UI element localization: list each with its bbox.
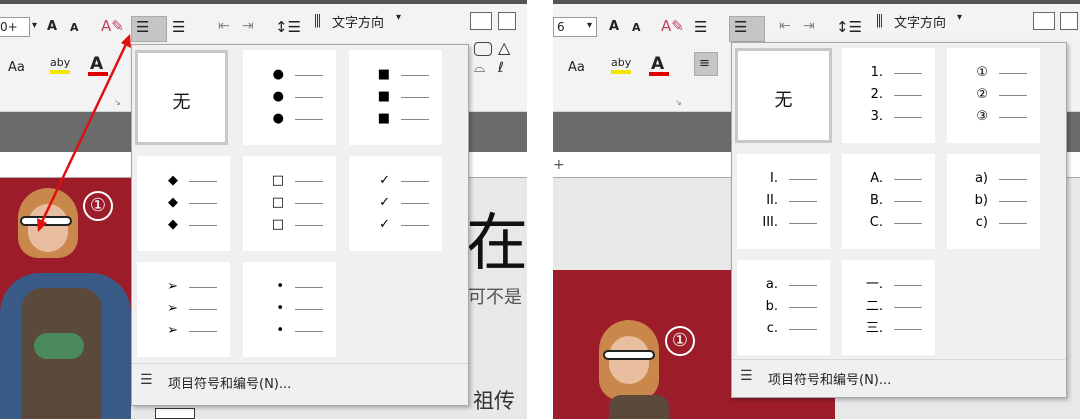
number-label: a) [974, 171, 988, 186]
numbering-dropdown: 无 1. 2. 3. ① ② ③ I. II. III. A. B. C. a)… [731, 42, 1067, 398]
number-label: ② [976, 87, 988, 102]
bullets-and-numbering-link[interactable]: ☰ 项目符号和编号(N)... [732, 359, 1066, 395]
numbering-icon: ☰ [734, 18, 748, 36]
number-label: I. [770, 171, 778, 186]
dialog-launcher-icon[interactable]: ↘ [675, 98, 682, 107]
numbering-style-circled[interactable]: ① ② ③ [947, 48, 1040, 143]
photo-sunglasses [603, 350, 655, 360]
number-label: a. [765, 277, 778, 292]
font-color-bar [649, 72, 669, 76]
list-icon: ☰ [740, 368, 753, 384]
increase-indent-icon[interactable]: ⇥ [803, 18, 815, 34]
numbering-style-arabic[interactable]: 1. 2. 3. [842, 48, 935, 143]
number-label: ③ [976, 109, 988, 124]
step-badge: ① [665, 326, 695, 356]
chevron-down-icon[interactable]: ▾ [957, 12, 962, 23]
numbering-style-chinese[interactable]: 一. 二. 三. [842, 260, 935, 355]
decrease-indent-icon[interactable]: ⇤ [779, 18, 791, 34]
number-label: 1. [870, 65, 883, 80]
number-label: A. [870, 171, 883, 186]
number-label: ① [976, 65, 988, 80]
none-label: 无 [774, 90, 793, 111]
left-screenshot-panel: 0+ ▾ A A A✎ ☰ ☰ ⇤ ⇥ ↕☰ ⫼ 文字方向 ▾ Aa aby A… [0, 0, 527, 419]
change-case-button[interactable]: Aa [568, 60, 585, 75]
number-label: b) [974, 193, 988, 208]
numbering-style-lower-alpha[interactable]: a. b. c. [737, 260, 830, 355]
clear-format-icon[interactable]: A✎ [661, 17, 684, 35]
annotation-arrow [37, 34, 131, 232]
number-label: b. [765, 299, 778, 314]
numbering-style-lower-alpha-paren[interactable]: a) b) c) [947, 154, 1040, 249]
numbering-style-roman[interactable]: I. II. III. [737, 154, 830, 249]
numbering-style-upper-alpha[interactable]: A. B. C. [842, 154, 935, 249]
number-label: c. [766, 321, 778, 336]
shape-vertical-textbox-icon[interactable] [1060, 12, 1078, 30]
bullets-icon[interactable]: ☰ [694, 18, 707, 36]
add-icon[interactable]: + [553, 157, 565, 173]
number-label: 二. [865, 299, 883, 314]
arrow-line [38, 39, 130, 227]
photo-hoodie [609, 395, 669, 419]
photo-face [609, 336, 649, 384]
line-spacing-icon[interactable]: ↕☰ [836, 18, 862, 36]
shape-textbox-icon[interactable] [1033, 12, 1055, 30]
number-label: 三. [865, 321, 883, 336]
bullets-and-numbering-label: 项目符号和编号(N)... [768, 373, 892, 388]
text-direction-icon[interactable]: ⫼ [876, 12, 883, 30]
right-screenshot-panel: 6 ▾ A A A✎ ☰ ☰ ⇤ ⇥ ↕☰ ⫼ 文字方向 ▾ Aa aby A … [553, 0, 1080, 419]
font-color-button[interactable]: A [651, 54, 664, 74]
numbering-style-none[interactable]: 无 [735, 48, 832, 143]
number-label: B. [869, 193, 883, 208]
grow-font-button[interactable]: A [609, 19, 619, 34]
highlight-button[interactable]: aby [611, 56, 631, 69]
number-label: 3. [870, 109, 883, 124]
number-label: c) [975, 215, 988, 230]
align-left-icon: ≡ [699, 56, 710, 71]
font-size-dropdown-icon[interactable]: ▾ [587, 20, 592, 31]
number-label: 2. [870, 87, 883, 102]
number-label: 一. [865, 277, 883, 292]
number-label: C. [869, 215, 883, 230]
number-label: III. [762, 215, 778, 230]
shrink-font-button[interactable]: A [632, 21, 641, 34]
text-direction-button[interactable]: 文字方向 [894, 12, 946, 31]
highlight-color-bar [611, 70, 631, 74]
number-label: II. [766, 193, 778, 208]
ribbon-top-border [553, 0, 1080, 4]
